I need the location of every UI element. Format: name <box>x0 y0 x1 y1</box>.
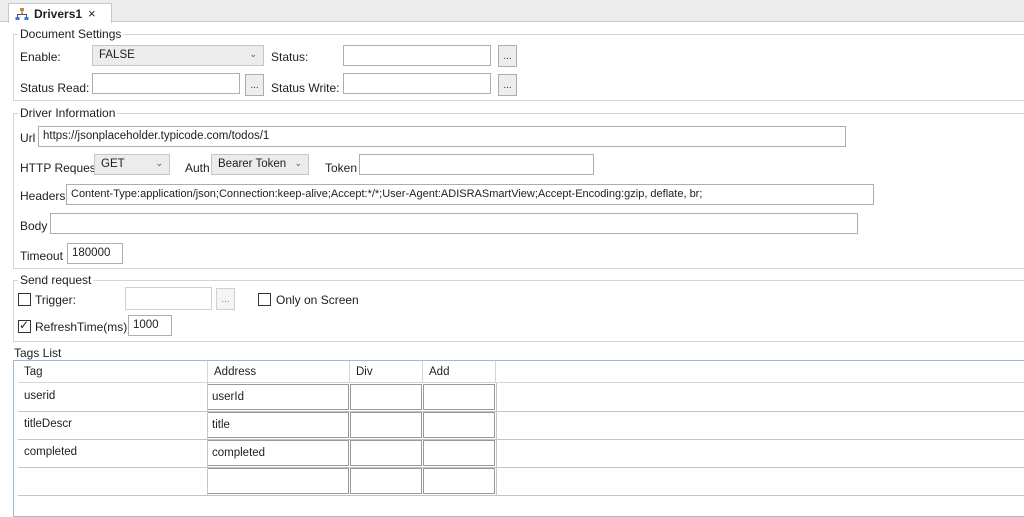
cell-add[interactable] <box>423 384 495 410</box>
chevron-down-icon: ⌄ <box>249 49 257 59</box>
group-title: Document Settings <box>18 27 124 41</box>
cell-tag[interactable]: completed <box>18 441 206 467</box>
cell-add[interactable] <box>423 468 495 494</box>
http-request-select[interactable]: GET ⌄ <box>94 154 170 175</box>
auth-label: Auth <box>185 161 210 175</box>
cell-address[interactable]: userId <box>207 384 349 410</box>
column-divider <box>496 383 497 495</box>
cell-add[interactable] <box>423 412 495 438</box>
column-header-add[interactable]: Add <box>423 361 496 383</box>
cell-div[interactable] <box>350 412 422 438</box>
tags-list-title: Tags List <box>14 346 62 360</box>
headers-field[interactable]: Content-Type:application/json;Connection… <box>66 184 874 205</box>
auth-value: Bearer Token <box>218 158 287 170</box>
auth-select[interactable]: Bearer Token ⌄ <box>211 154 309 175</box>
row-divider <box>18 467 1024 468</box>
enable-select[interactable]: FALSE ⌄ <box>92 45 264 66</box>
group-title: Driver Information <box>18 106 118 120</box>
row-divider <box>18 495 1024 496</box>
trigger-label: Trigger: <box>35 293 76 307</box>
cell-tag[interactable]: userid <box>18 385 206 411</box>
close-icon[interactable]: × <box>88 6 96 21</box>
group-title: Send request <box>18 273 94 287</box>
token-label: Token <box>325 161 358 175</box>
status-field[interactable] <box>343 45 491 66</box>
body-label: Body <box>20 219 48 233</box>
tab-drivers1[interactable]: Drivers1 × <box>8 3 112 23</box>
refresh-time-label: RefreshTime(ms): <box>35 320 131 334</box>
cell-tag[interactable] <box>18 469 206 495</box>
column-header-filler <box>496 361 1024 383</box>
tags-grid: Tag Address Div Add userid userId titleD… <box>13 360 1024 517</box>
timeout-field[interactable]: 180000 <box>67 243 123 264</box>
timeout-label: Timeout <box>20 249 63 263</box>
column-header-div[interactable]: Div <box>350 361 423 383</box>
refresh-time-checkbox[interactable] <box>18 318 31 333</box>
cell-div[interactable] <box>350 384 422 410</box>
trigger-browse-button[interactable]: ... <box>216 288 235 310</box>
cell-address[interactable] <box>207 468 349 494</box>
enable-label: Enable: <box>20 50 61 64</box>
trigger-field[interactable] <box>125 287 212 310</box>
cell-address[interactable]: title <box>207 412 349 438</box>
column-divider <box>207 383 208 495</box>
row-divider <box>18 411 1024 412</box>
tab-strip: Drivers1 × <box>0 0 1024 23</box>
trigger-checkbox[interactable] <box>18 293 31 306</box>
http-request-value: GET <box>101 158 125 170</box>
status-read-field[interactable] <box>92 73 240 94</box>
column-header-address[interactable]: Address <box>208 361 350 383</box>
status-write-label: Status Write: <box>271 81 340 95</box>
cell-add[interactable] <box>423 440 495 466</box>
status-label: Status: <box>271 50 309 64</box>
only-on-screen-label: Only on Screen <box>276 293 359 307</box>
status-read-label: Status Read: <box>20 81 90 95</box>
column-header-tag[interactable]: Tag <box>18 361 208 383</box>
status-write-browse-button[interactable]: ... <box>498 74 517 96</box>
only-on-screen-checkbox[interactable] <box>258 293 271 306</box>
cell-address[interactable]: completed <box>207 440 349 466</box>
status-write-field[interactable] <box>343 73 491 94</box>
url-field[interactable]: https://jsonplaceholder.typicode.com/tod… <box>38 126 846 147</box>
enable-value: FALSE <box>99 49 135 61</box>
cell-tag[interactable]: titleDescr <box>18 413 206 439</box>
row-divider <box>18 439 1024 440</box>
url-label: Url <box>20 131 36 145</box>
chevron-down-icon: ⌄ <box>155 158 163 168</box>
body-field[interactable] <box>50 213 858 234</box>
status-browse-button[interactable]: ... <box>498 45 517 67</box>
status-read-browse-button[interactable]: ... <box>245 74 264 96</box>
drivers-icon <box>15 7 29 21</box>
cell-div[interactable] <box>350 440 422 466</box>
tab-title: Drivers1 <box>34 6 83 21</box>
token-field[interactable] <box>359 154 594 175</box>
chevron-down-icon: ⌄ <box>294 158 302 168</box>
cell-div[interactable] <box>350 468 422 494</box>
refresh-time-field[interactable]: 1000 <box>128 315 172 336</box>
http-request-label: HTTP Request <box>20 161 100 175</box>
headers-label: Headers <box>20 189 66 203</box>
